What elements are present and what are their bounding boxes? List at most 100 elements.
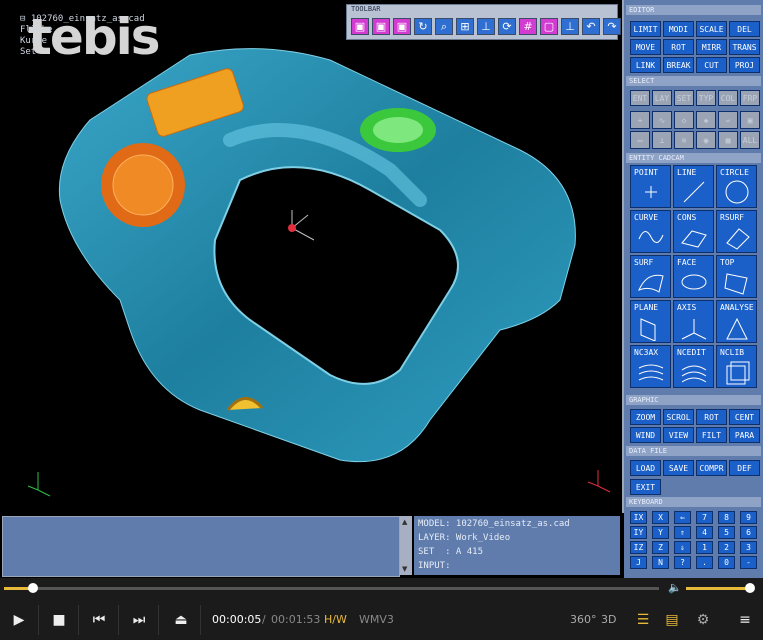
command-line-area[interactable] [2, 516, 400, 577]
modi-button[interactable]: MODI [663, 21, 694, 37]
zoom-window-icon[interactable]: ⊞ [456, 18, 474, 35]
wind-button[interactable]: WIND [630, 427, 661, 443]
curve-button[interactable]: CURVE [630, 210, 671, 253]
trans-button[interactable]: TRANS [729, 39, 760, 55]
keyboard-key[interactable]: 6 [740, 526, 757, 539]
del-button[interactable]: DEL [729, 21, 760, 37]
keyboard-key[interactable]: J [630, 556, 647, 569]
seek-handle[interactable] [28, 583, 38, 593]
keyboard-key[interactable]: - [740, 556, 757, 569]
3d-button[interactable]: 3D [601, 613, 616, 626]
keyboard-key[interactable]: N [652, 556, 669, 569]
analyse-button[interactable]: ANALYSE [716, 300, 757, 343]
exit-button[interactable]: EXIT [630, 479, 661, 495]
keyboard-key[interactable]: . [696, 556, 713, 569]
next-button[interactable]: ⏭ [120, 605, 159, 635]
keyboard-key[interactable]: 1 [696, 541, 713, 554]
keyboard-key[interactable]: 3 [740, 541, 757, 554]
keyboard-key[interactable]: 8 [718, 511, 735, 524]
filt-button[interactable]: FILT [696, 427, 727, 443]
select-frp-button[interactable]: FRP [740, 90, 760, 106]
select-nc-icon[interactable]: ≋ [674, 131, 694, 149]
keyboard-key[interactable]: IY [630, 526, 647, 539]
seek-bar[interactable] [4, 587, 659, 590]
keyboard-key[interactable]: ⇑ [674, 526, 691, 539]
rsurf-button[interactable]: RSURF [716, 210, 757, 253]
view-side-icon[interactable]: ▣ [372, 18, 390, 35]
circle-button[interactable]: CIRCLE [716, 165, 757, 208]
grid-icon[interactable]: # [519, 18, 537, 35]
surf-button[interactable]: SURF [630, 255, 671, 298]
select-face-icon[interactable]: ◈ [696, 111, 716, 129]
point-button[interactable]: POINT [630, 165, 671, 208]
volume-icon[interactable]: 🔈 [668, 581, 682, 594]
select-axis-icon[interactable]: ⊥ [652, 131, 672, 149]
graphic-rot-button[interactable]: ROT [696, 409, 727, 425]
scroll-up-icon[interactable]: ▲ [402, 518, 407, 526]
rot-button[interactable]: ROT [663, 39, 694, 55]
mirr-button[interactable]: MIRR [696, 39, 727, 55]
volume-handle[interactable] [745, 583, 755, 593]
keyboard-key[interactable]: ⇐ [674, 511, 691, 524]
select-all-button[interactable]: ALL [740, 131, 760, 149]
select-group-icon[interactable]: ▣ [740, 111, 760, 129]
frame-icon[interactable]: ▢ [540, 18, 558, 35]
measure-icon[interactable]: ⊥ [561, 18, 579, 35]
select-plane-icon[interactable]: ▭ [630, 131, 650, 149]
view-iso-icon[interactable]: ▣ [393, 18, 411, 35]
limit-button[interactable]: LIMIT [630, 21, 661, 37]
select-solid-icon[interactable]: ▱ [718, 111, 738, 129]
nc3ax-button[interactable]: NC3AX [630, 345, 671, 388]
input-info[interactable]: INPUT: [418, 561, 451, 571]
keyboard-key[interactable]: 0 [718, 556, 735, 569]
zoom-button[interactable]: ZOOM [630, 409, 661, 425]
para-button[interactable]: PARA [729, 427, 760, 443]
keyboard-key[interactable]: IZ [630, 541, 647, 554]
play-button[interactable]: ▶ [0, 605, 39, 635]
tree-item[interactable]: ⊟ 102760_einsatz_as.cad [20, 14, 145, 25]
zoom-icon[interactable]: ⌕ [435, 18, 453, 35]
select-ent-button[interactable]: ENT [630, 90, 650, 106]
keyboard-key[interactable]: Z [652, 541, 669, 554]
select-set-button[interactable]: SET [674, 90, 694, 106]
nclib-button[interactable]: NCLIB [716, 345, 757, 388]
load-button[interactable]: LOAD [630, 460, 661, 476]
volume-slider[interactable] [686, 587, 751, 590]
move-button[interactable]: MOVE [630, 39, 661, 55]
link-button[interactable]: LINK [630, 57, 661, 73]
scroll-down-icon[interactable]: ▼ [402, 565, 407, 573]
keyboard-key[interactable]: 9 [740, 511, 757, 524]
scale-button[interactable]: SCALE [696, 21, 727, 37]
select-lib-icon[interactable]: ▦ [718, 131, 738, 149]
select-curve-icon[interactable]: ∿ [652, 111, 672, 129]
select-lay-button[interactable]: LAY [652, 90, 672, 106]
vr-360-button[interactable]: 360° [570, 613, 597, 626]
keyboard-key[interactable]: 2 [718, 541, 735, 554]
keyboard-key[interactable]: X [652, 511, 669, 524]
stop-button[interactable]: ■ [40, 605, 79, 635]
refresh-icon[interactable]: ⟳ [498, 18, 516, 35]
scrol-button[interactable]: SCROL [663, 409, 694, 425]
undo-icon[interactable]: ↶ [582, 18, 600, 35]
tree-item[interactable]: Kurve [20, 36, 145, 47]
select-col-button[interactable]: COL [718, 90, 738, 106]
keyboard-key[interactable]: ⇓ [674, 541, 691, 554]
save-button[interactable]: SAVE [663, 460, 694, 476]
face-button[interactable]: FACE [673, 255, 714, 298]
compr-button[interactable]: COMPR [696, 460, 727, 476]
keyboard-key[interactable]: 5 [718, 526, 735, 539]
keyboard-key[interactable]: IX [630, 511, 647, 524]
ncedit-button[interactable]: NCEDIT [673, 345, 714, 388]
select-surface-icon[interactable]: ◇ [674, 111, 694, 129]
model-tree[interactable]: ⊟ 102760_einsatz_as.cad Fläche Kurve Set [20, 14, 145, 58]
hw-badge[interactable]: H/W [324, 613, 347, 626]
previous-button[interactable]: ⏮ [80, 605, 119, 635]
top-button[interactable]: TOP [716, 255, 757, 298]
cut-button[interactable]: CUT [696, 57, 727, 73]
line-button[interactable]: LINE [673, 165, 714, 208]
select-point-icon[interactable]: + [630, 111, 650, 129]
keyboard-key[interactable]: 7 [696, 511, 713, 524]
cent-button[interactable]: CENT [729, 409, 760, 425]
settings-gear-icon[interactable]: ⚙ [684, 605, 722, 635]
keyboard-key[interactable]: Y [652, 526, 669, 539]
